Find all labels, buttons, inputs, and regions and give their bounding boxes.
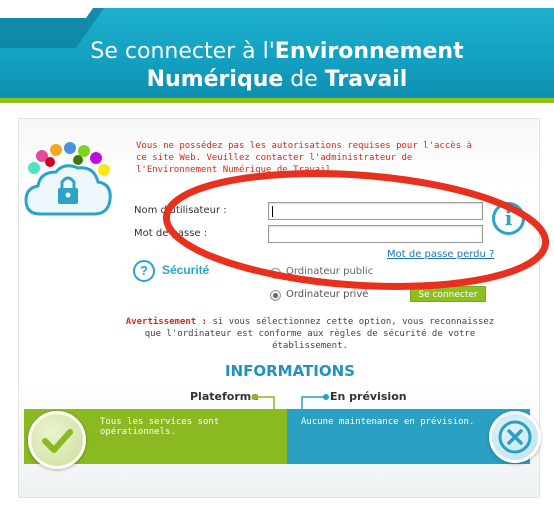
text-caret [272,206,273,217]
close-icon [489,411,541,463]
radio-public-label: Ordinateur public [286,266,374,277]
radio-public-computer[interactable] [270,268,281,279]
title-part: de [283,67,325,92]
platform-label: Plateforme [190,390,259,403]
security-label: Sécurité [162,263,210,277]
title-part: Numérique [146,67,284,92]
help-icon[interactable]: ? [133,260,155,282]
platform-status-text: Tous les services sont opérationnels. [100,417,220,437]
radio-private-label: Ordinateur privé [286,289,369,300]
check-icon [28,411,86,469]
info-icon[interactable]: i [492,202,525,235]
cloud-lock-icon [24,142,112,216]
forecast-status-text: Aucune maintenance en prévision. [301,417,475,427]
header-banner: Se connecter à l'Environnement Numérique… [0,8,554,103]
password-label: Mot de passe : [134,228,208,239]
radio-private-computer[interactable] [270,290,281,301]
access-warning: Vous ne possédez pas les autorisations r… [136,141,472,175]
forgot-password-link[interactable]: Mot de passe perdu ? [387,249,494,260]
forecast-label: En prévision [330,390,407,403]
page-title: Se connecter à l'Environnement Numérique… [40,38,514,94]
security-notice: Avertissement : si vous sélectionnez cet… [120,316,500,352]
password-field[interactable] [268,225,483,243]
notice-highlight: Avertissement : [125,317,208,327]
username-field[interactable] [268,202,483,220]
informations-title: INFORMATIONS [225,362,355,380]
title-part: Se connecter à l' [90,39,275,64]
title-part: Travail [324,67,408,92]
title-part: Environnement [274,39,464,64]
username-label: Nom d'utilisateur : [134,205,227,216]
connect-button[interactable]: Se connecter [410,286,486,302]
